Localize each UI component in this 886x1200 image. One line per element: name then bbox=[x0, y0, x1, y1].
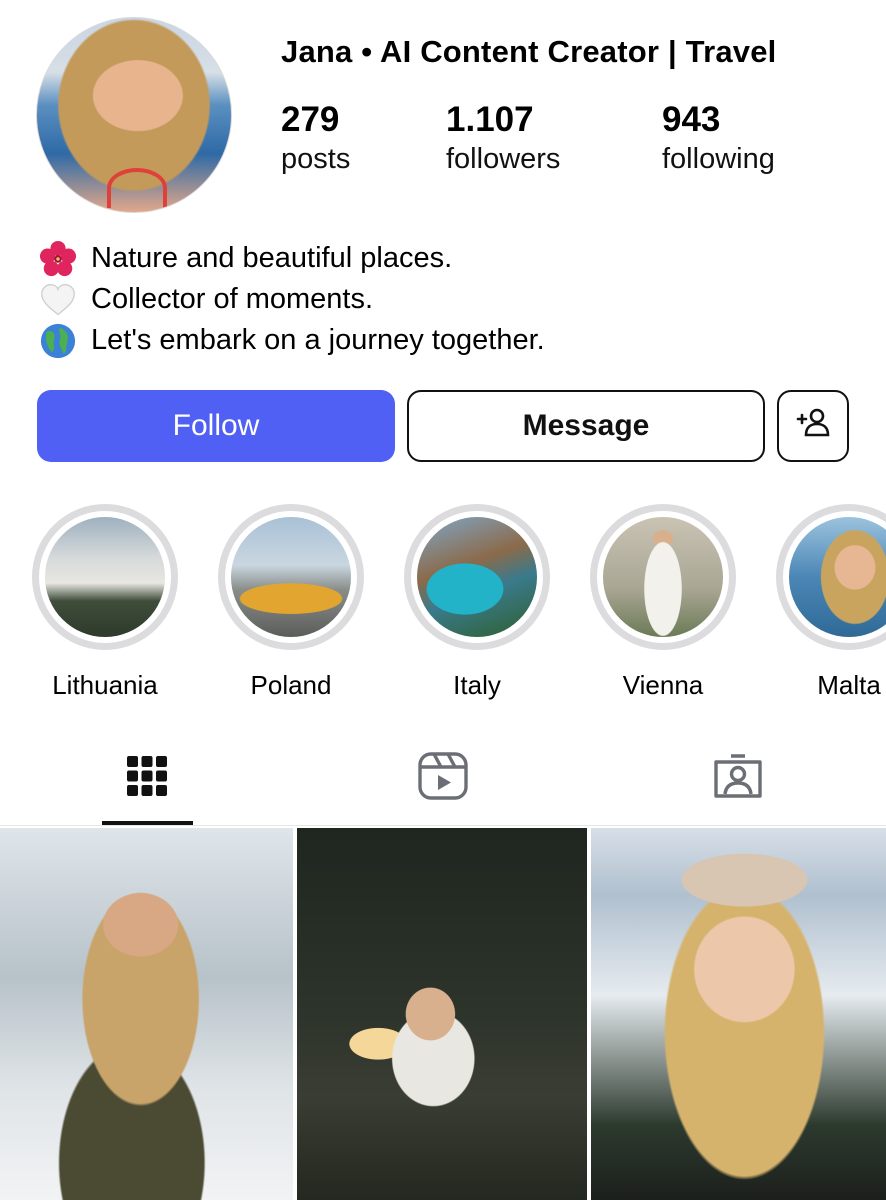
highlight-poland[interactable]: Poland bbox=[216, 504, 366, 701]
post-thumbnail[interactable] bbox=[297, 828, 587, 1200]
stat-following[interactable]: 943 following bbox=[662, 100, 775, 178]
tab-posts-grid[interactable] bbox=[107, 748, 187, 808]
bio-line: Collector of moments. bbox=[38, 279, 545, 320]
stat-followers[interactable]: 1.107 followers bbox=[446, 100, 560, 178]
follow-button[interactable]: Follow bbox=[37, 390, 395, 462]
message-button[interactable]: Message bbox=[407, 390, 765, 462]
stat-value: 279 bbox=[281, 100, 340, 139]
post-thumbnail[interactable] bbox=[0, 828, 293, 1200]
tab-reels[interactable] bbox=[403, 748, 483, 808]
bio-text: Collector of moments. bbox=[91, 283, 374, 315]
profile-avatar[interactable] bbox=[36, 17, 232, 213]
tab-divider bbox=[0, 825, 886, 826]
highlight-ring bbox=[590, 504, 736, 650]
stat-label: followers bbox=[446, 143, 561, 175]
white-heart-icon bbox=[38, 280, 78, 320]
highlight-thumbnail bbox=[417, 517, 537, 637]
bio-line: Nature and beautiful places. bbox=[38, 238, 545, 279]
highlight-lithuania[interactable]: Lithuania bbox=[30, 504, 180, 701]
highlight-label: Vienna bbox=[622, 670, 704, 700]
highlight-label: Lithuania bbox=[52, 670, 158, 700]
post-thumbnail[interactable] bbox=[591, 828, 886, 1200]
stat-value: 943 bbox=[662, 100, 721, 139]
bio-text: Let's embark on a journey together. bbox=[91, 324, 545, 356]
highlight-label: Malta bbox=[817, 670, 881, 700]
highlight-ring bbox=[404, 504, 550, 650]
tagged-icon bbox=[712, 752, 764, 805]
stat-label: following bbox=[662, 143, 775, 175]
highlight-thumbnail bbox=[603, 517, 723, 637]
highlight-ring bbox=[218, 504, 364, 650]
highlight-thumbnail bbox=[789, 517, 886, 637]
stat-posts[interactable]: 279 posts bbox=[281, 100, 350, 178]
bio-line: Let's embark on a journey together. bbox=[38, 320, 545, 361]
highlight-label: Poland bbox=[250, 670, 332, 700]
hibiscus-icon bbox=[38, 239, 78, 279]
stat-label: posts bbox=[281, 143, 351, 175]
add-user-button[interactable] bbox=[777, 390, 849, 462]
add-user-icon bbox=[795, 406, 831, 446]
grid-icon bbox=[126, 755, 168, 802]
highlight-vienna[interactable]: Vienna bbox=[588, 504, 738, 701]
profile-bio: Nature and beautiful places. Collector o… bbox=[38, 238, 545, 361]
profile-name: Jana • AI Content Creator | Travel bbox=[281, 34, 777, 69]
highlight-thumbnail bbox=[45, 517, 165, 637]
highlight-italy[interactable]: Italy bbox=[402, 504, 552, 701]
stat-value: 1.107 bbox=[446, 100, 534, 139]
globe-icon bbox=[38, 321, 78, 361]
highlight-malta[interactable]: Malta bbox=[774, 504, 886, 701]
tab-tagged[interactable] bbox=[698, 748, 778, 808]
highlight-ring bbox=[32, 504, 178, 650]
reels-icon bbox=[417, 751, 469, 806]
highlight-ring bbox=[776, 504, 886, 650]
bio-text: Nature and beautiful places. bbox=[91, 242, 453, 274]
highlight-label: Italy bbox=[453, 670, 501, 700]
highlight-thumbnail bbox=[231, 517, 351, 637]
